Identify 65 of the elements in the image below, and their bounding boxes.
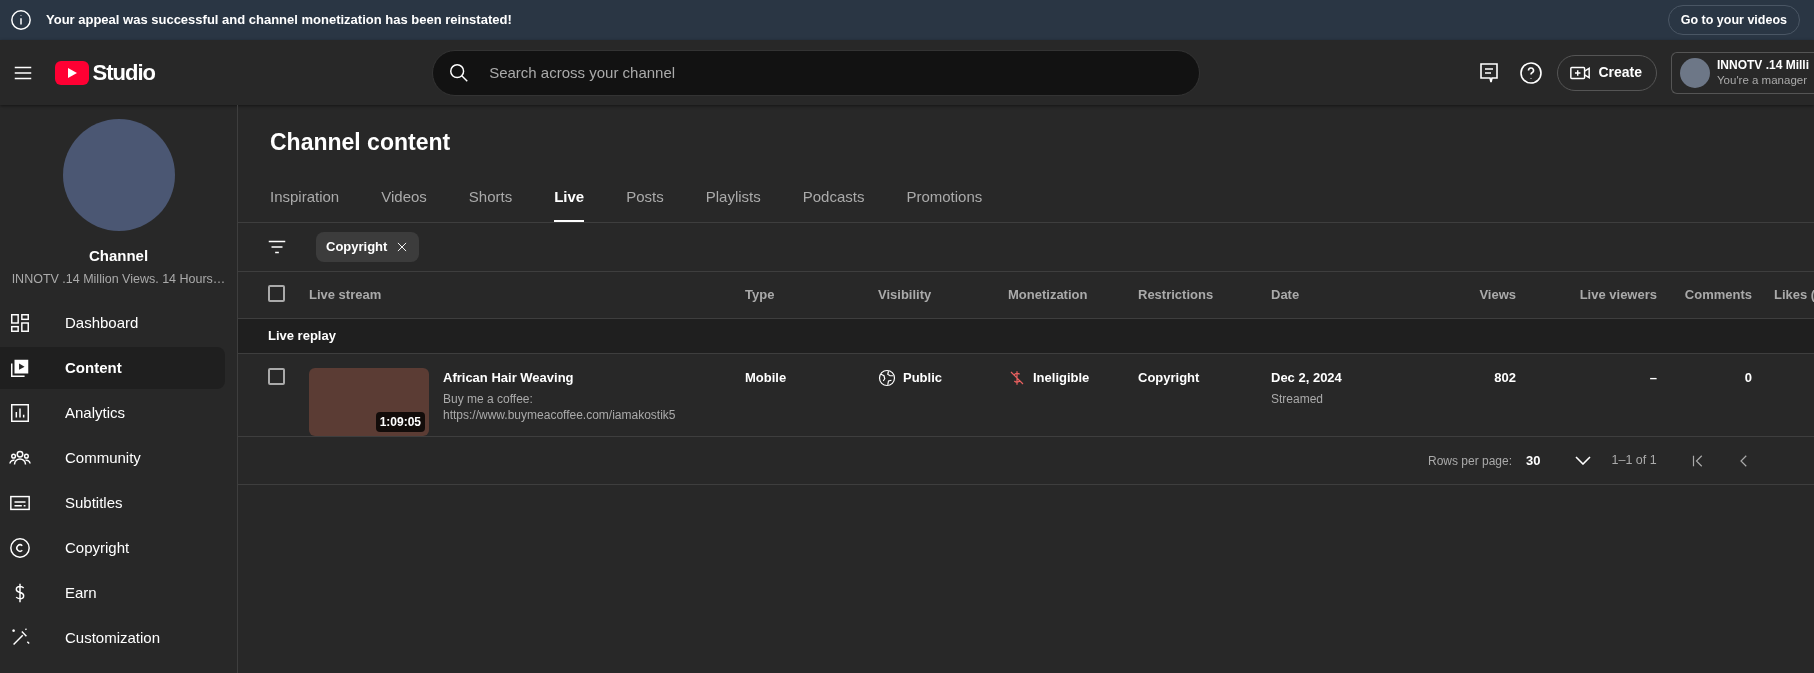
analytics-icon [9, 402, 31, 425]
content-tab[interactable]: Live [554, 185, 585, 222]
sidebar-item[interactable]: Subtitles [0, 482, 225, 525]
dashboard-icon [9, 312, 31, 335]
sidebar-item[interactable]: Dashboard [0, 302, 225, 345]
content-tab[interactable]: Videos [381, 185, 427, 222]
account-switcher[interactable]: INNOTV .14 Milli You're a manager [1671, 51, 1814, 94]
visibility-text: Public [903, 369, 942, 387]
content-tab[interactable]: Shorts [468, 185, 513, 222]
date-text: Dec 2, 2024 [1271, 369, 1343, 387]
help-icon[interactable] [1519, 60, 1544, 85]
copyright-icon [9, 537, 31, 560]
column-header[interactable]: Date [1271, 287, 1300, 303]
banner-message: Your appeal was successful and channel monetization has been reinstated! [46, 11, 512, 30]
content-tab[interactable]: Podcasts [802, 185, 865, 222]
column-header[interactable]: Type [745, 287, 775, 303]
column-header[interactable]: Restrictions [1138, 287, 1214, 303]
sidebar-item[interactable]: Customization [0, 617, 225, 660]
dollar-crossed-icon [1008, 368, 1026, 387]
sidebar-item[interactable]: Analytics [0, 392, 225, 435]
column-header[interactable]: Views [1479, 287, 1516, 303]
rows-per-page-select[interactable]: 30 [1526, 450, 1591, 471]
select-all-checkbox[interactable] [268, 284, 285, 302]
content-tab[interactable]: Playlists [705, 185, 761, 222]
page-title: Channel content [269, 128, 451, 157]
content-tab[interactable]: Inspiration [270, 185, 340, 222]
content-tab[interactable]: Promotions [906, 185, 983, 222]
video-thumbnail[interactable]: 1:09:05 [309, 368, 429, 436]
sidebar-item[interactable]: Copyright [0, 527, 225, 570]
sidebar-item[interactable]: Content [0, 347, 225, 390]
studio-logo[interactable]: Studio [55, 56, 155, 89]
channel-title: Channel [88, 246, 149, 266]
search-icon [448, 61, 471, 84]
type-text: Mobile [745, 370, 787, 385]
column-header[interactable]: Comments [1684, 287, 1752, 303]
column-header[interactable]: Monetization [1008, 287, 1088, 303]
column-header[interactable]: Live stream [309, 287, 382, 303]
search-field[interactable]: Search across your channel [432, 49, 1201, 96]
account-name: INNOTV .14 Milli [1717, 57, 1809, 73]
filter-chip[interactable]: Copyright [316, 232, 420, 262]
globe-icon [878, 368, 896, 387]
column-header[interactable]: Live viewers [1579, 287, 1657, 303]
channel-subtitle: INNOTV .14 Million Views. 14 Hours… [11, 270, 226, 288]
video-title[interactable]: African Hair Weaving [443, 368, 676, 388]
views-count: 802 [1494, 370, 1516, 385]
chevron-down-icon [1574, 456, 1591, 465]
date-note: Streamed [1271, 391, 1325, 408]
content-tab[interactable]: Posts [626, 185, 664, 222]
restriction-text: Copyright [1138, 370, 1200, 385]
content-icon [9, 357, 31, 380]
monetization-text: Ineligible [1033, 369, 1090, 387]
avatar-photo [1680, 57, 1710, 88]
group-header: Live replay [268, 327, 336, 346]
row-checkbox[interactable] [268, 368, 285, 385]
account-role: You're a manager [1717, 72, 1808, 88]
video-description: Buy me a coffee: https://www.buymeacoffee.com/iamakostik5 [443, 391, 676, 424]
comments-count: 0 [1744, 370, 1752, 385]
info-icon [10, 9, 32, 31]
duration-badge: 1:09:05 [375, 412, 425, 432]
page-range: 1–1 of 1 [1611, 452, 1657, 470]
sidebar-item[interactable]: Earn [0, 572, 225, 615]
column-header[interactable]: Visibility [878, 287, 932, 303]
live-viewers-count: – [1649, 370, 1657, 385]
sidebar-item[interactable]: Community [0, 437, 225, 480]
rows-per-page-label: Rows per page: [1428, 452, 1513, 470]
